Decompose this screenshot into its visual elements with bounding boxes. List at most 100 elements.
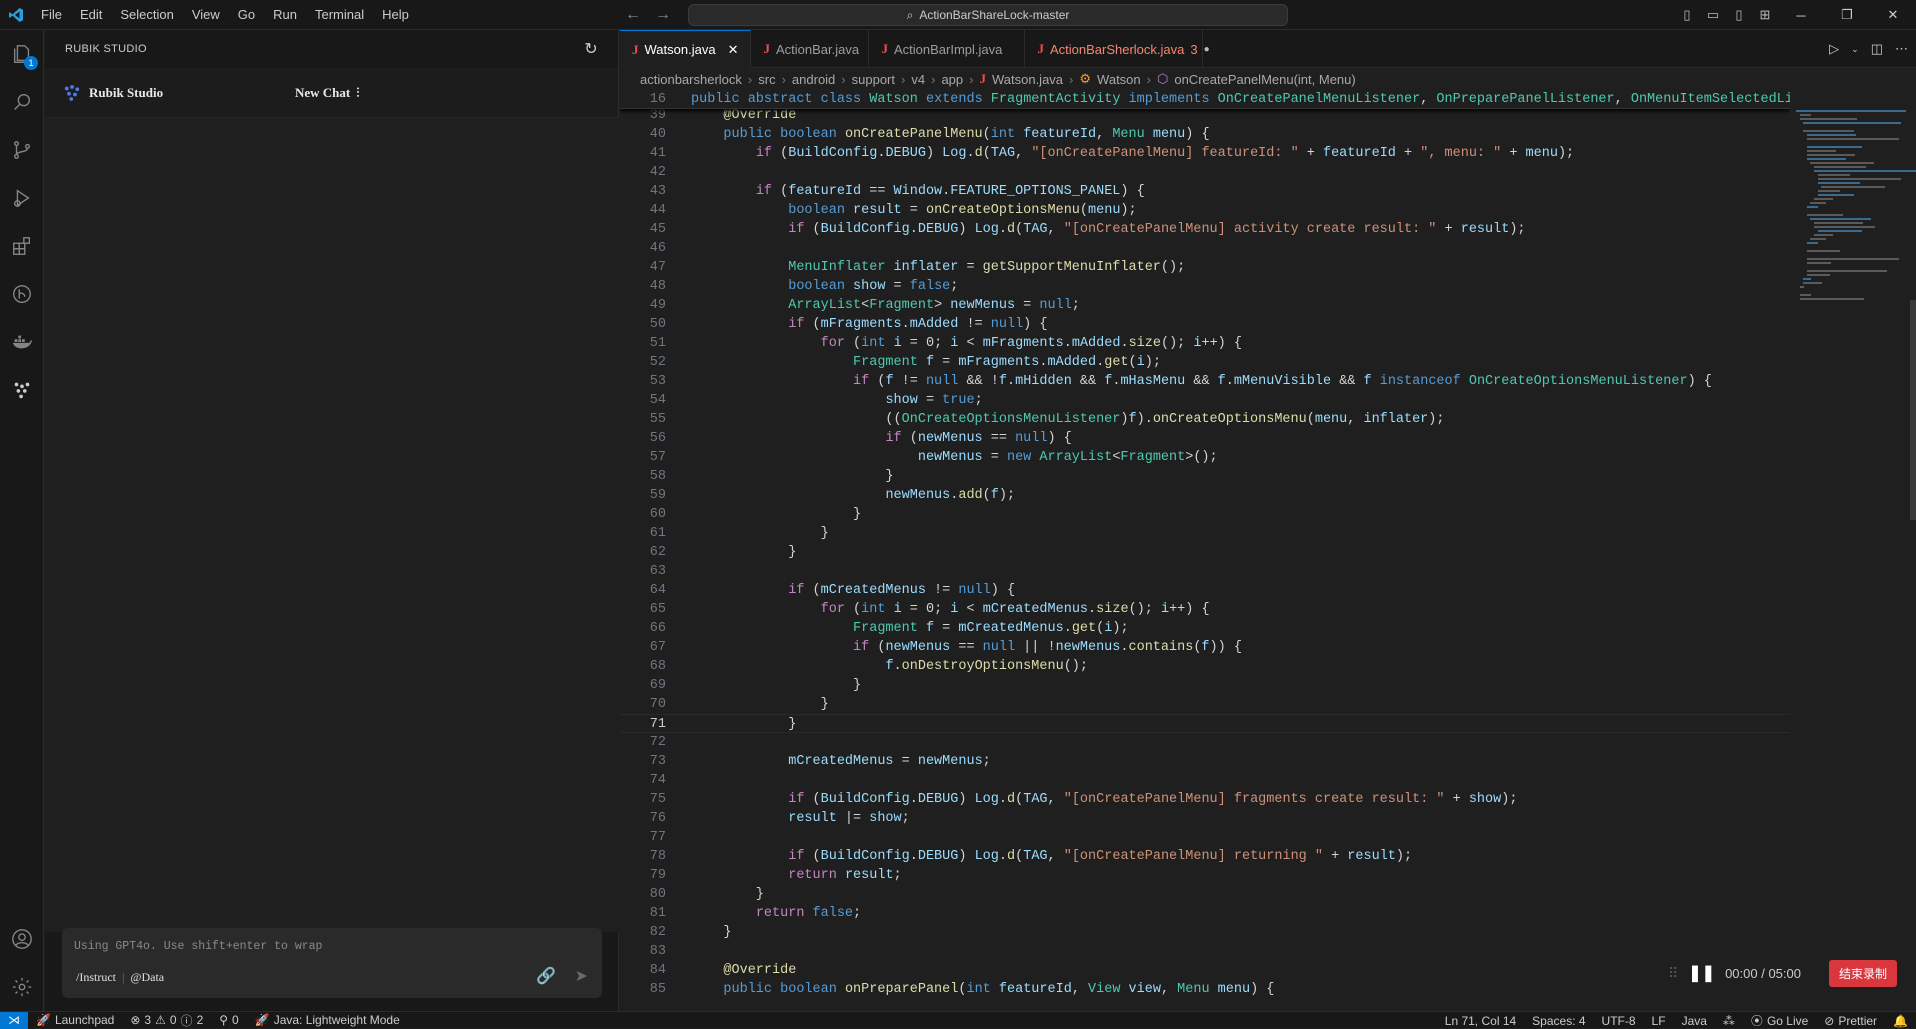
git-graph-icon[interactable]	[0, 270, 44, 318]
minimize-icon[interactable]: ─	[1778, 0, 1824, 30]
toggle-primary-sidebar-icon[interactable]: ▯	[1674, 0, 1700, 30]
code-line[interactable]: 50 if (mFragments.mAdded != null) {	[620, 315, 1790, 334]
code-line[interactable]: 79 return result;	[620, 866, 1790, 885]
tab-actionbarsherlock-java[interactable]: J ActionBarSherlock.java 3 ●	[1025, 30, 1210, 68]
notifications-icon[interactable]: 🔔	[1885, 1014, 1916, 1028]
code-line[interactable]: 71 }	[620, 714, 1790, 733]
code-line[interactable]: 54 show = true;	[620, 391, 1790, 410]
sticky-scroll-line[interactable]: 16 public abstract class Watson extends F…	[620, 90, 1790, 109]
menu-view[interactable]: View	[183, 0, 229, 30]
code-line[interactable]: 42	[620, 163, 1790, 182]
code-line[interactable]: 57 newMenus = new ArrayList<Fragment>();	[620, 448, 1790, 467]
code-line[interactable]: 72	[620, 733, 1790, 752]
code-line[interactable]: 73 mCreatedMenus = newMenus;	[620, 752, 1790, 771]
code-line[interactable]: 45 if (BuildConfig.DEBUG) Log.d(TAG, "[o…	[620, 220, 1790, 239]
drag-handle-icon[interactable]: ⠿	[1668, 965, 1678, 982]
menu-help[interactable]: Help	[373, 0, 418, 30]
code-line[interactable]: 63	[620, 562, 1790, 581]
run-dropdown-icon[interactable]: ⌄	[1851, 44, 1859, 55]
code-line[interactable]: 61 }	[620, 524, 1790, 543]
run-play-icon[interactable]: ▷	[1829, 41, 1839, 57]
accounts-icon[interactable]	[0, 915, 44, 963]
indentation[interactable]: Spaces: 4	[1524, 1014, 1593, 1028]
language-mode[interactable]: Java	[1674, 1014, 1715, 1028]
code-line[interactable]: 70 }	[620, 695, 1790, 714]
code-line[interactable]: 58 }	[620, 467, 1790, 486]
breadcrumb-item[interactable]: support	[852, 72, 895, 87]
code-line[interactable]: 82 }	[620, 923, 1790, 942]
code-line[interactable]: 85 public boolean onPreparePanel(int fea…	[620, 980, 1790, 999]
stop-recording-button[interactable]: 结束录制	[1828, 959, 1897, 987]
code-line[interactable]: 74	[620, 771, 1790, 790]
extensions-icon[interactable]	[0, 222, 44, 270]
code-line[interactable]: 66 Fragment f = mCreatedMenus.get(i);	[620, 619, 1790, 638]
new-chat-button[interactable]: New Chat ⫶	[295, 85, 360, 101]
code-line[interactable]: 53 if (f != null && !f.mHidden && f.mHas…	[620, 372, 1790, 391]
code-line[interactable]: 75 if (BuildConfig.DEBUG) Log.d(TAG, "[o…	[620, 790, 1790, 809]
code-line[interactable]: 52 Fragment f = mFragments.mAdded.get(i)…	[620, 353, 1790, 372]
explorer-icon[interactable]: 1	[0, 30, 44, 78]
tab-actionbarimpl-java[interactable]: J ActionBarImpl.java	[869, 30, 1026, 68]
code-line[interactable]: 68 f.onDestroyOptionsMenu();	[620, 657, 1790, 676]
code-line[interactable]: 41 if (BuildConfig.DEBUG) Log.d(TAG, "[o…	[620, 144, 1790, 163]
toggle-panel-icon[interactable]: ▭	[1700, 0, 1726, 30]
tab-watson-java[interactable]: J Watson.java ✕	[620, 30, 752, 68]
vertical-scrollbar[interactable]	[1910, 300, 1916, 520]
code-line[interactable]: 76 result |= show;	[620, 809, 1790, 828]
split-editor-icon[interactable]: ◫	[1871, 41, 1883, 57]
breadcrumb-item[interactable]: Watson	[1097, 72, 1141, 87]
customize-layout-icon[interactable]: ⊞	[1752, 0, 1778, 30]
back-arrow-icon[interactable]: ←	[625, 6, 641, 24]
instruct-command[interactable]: /Instruct	[76, 970, 116, 985]
breadcrumb-item[interactable]: android	[792, 72, 835, 87]
toggle-secondary-sidebar-icon[interactable]: ▯	[1726, 0, 1752, 30]
more-actions-icon[interactable]: ⋯	[1895, 41, 1908, 57]
code-line[interactable]: 59 newMenus.add(f);	[620, 486, 1790, 505]
code-line[interactable]: 77	[620, 828, 1790, 847]
code-line[interactable]: 65 for (int i = 0; i < mCreatedMenus.siz…	[620, 600, 1790, 619]
java-mode-item[interactable]: 🚀 Java: Lightweight Mode	[247, 1013, 408, 1027]
code-line[interactable]: 83	[620, 942, 1790, 961]
send-icon[interactable]: ➤	[575, 966, 588, 986]
code-editor[interactable]: 16 public abstract class Watson extends F…	[620, 90, 1790, 1011]
breadcrumb-item[interactable]: onCreatePanelMenu(int, Menu)	[1174, 72, 1355, 87]
launchpad-item[interactable]: 🚀 Launchpad	[28, 1013, 122, 1027]
code-line[interactable]: 40 public boolean onCreatePanelMenu(int …	[620, 125, 1790, 144]
code-line[interactable]: 47 MenuInflater inflater = getSupportMen…	[620, 258, 1790, 277]
chat-input-box[interactable]: Using GPT4o. Use shift+enter to wrap /In…	[62, 928, 602, 998]
code-line[interactable]: 81 return false;	[620, 904, 1790, 923]
go-live-item[interactable]: ⦿ Go Live	[1743, 1012, 1816, 1029]
breadcrumb-item[interactable]: src	[758, 72, 775, 87]
menu-file[interactable]: File	[32, 0, 71, 30]
code-line[interactable]: 56 if (newMenus == null) {	[620, 429, 1790, 448]
attach-link-icon[interactable]: 🔗	[536, 966, 556, 986]
menu-run[interactable]: Run	[264, 0, 306, 30]
pause-icon[interactable]: ❚❚	[1688, 963, 1715, 983]
code-line[interactable]: 67 if (newMenus == null || !newMenus.con…	[620, 638, 1790, 657]
docker-icon[interactable]	[0, 318, 44, 366]
code-line[interactable]: 80 }	[620, 885, 1790, 904]
close-window-icon[interactable]: ✕	[1870, 0, 1916, 30]
minimap[interactable]	[1790, 90, 1916, 1011]
breadcrumb-item[interactable]: app	[941, 72, 963, 87]
end-of-line[interactable]: LF	[1644, 1014, 1674, 1028]
chat-input-placeholder[interactable]: Using GPT4o. Use shift+enter to wrap	[74, 940, 322, 953]
menu-terminal[interactable]: Terminal	[306, 0, 373, 30]
menu-selection[interactable]: Selection	[111, 0, 182, 30]
unsaved-dot-icon[interactable]: ●	[1204, 44, 1210, 55]
code-line[interactable]: 46	[620, 239, 1790, 258]
cursor-position[interactable]: Ln 71, Col 14	[1437, 1014, 1524, 1028]
code-line[interactable]: 51 for (int i = 0; i < mFragments.mAdded…	[620, 334, 1790, 353]
run-debug-icon[interactable]	[0, 174, 44, 222]
close-tab-icon[interactable]: ✕	[728, 42, 739, 58]
code-line[interactable]: 55 ((OnCreateOptionsMenuListener)f).onCr…	[620, 410, 1790, 429]
source-control-icon[interactable]	[0, 126, 44, 174]
menu-go[interactable]: Go	[229, 0, 264, 30]
menu-edit[interactable]: Edit	[71, 0, 111, 30]
problems-item[interactable]: ⊗ 3 ⚠ 0 ⓘ 2	[122, 1012, 211, 1029]
data-command[interactable]: @Data	[130, 970, 164, 985]
code-line[interactable]: 84 @Override	[620, 961, 1790, 980]
code-line[interactable]: 62 }	[620, 543, 1790, 562]
command-center[interactable]: ⌕ ActionBarShareLock-master	[688, 4, 1288, 26]
code-line[interactable]: 44 boolean result = onCreateOptionsMenu(…	[620, 201, 1790, 220]
